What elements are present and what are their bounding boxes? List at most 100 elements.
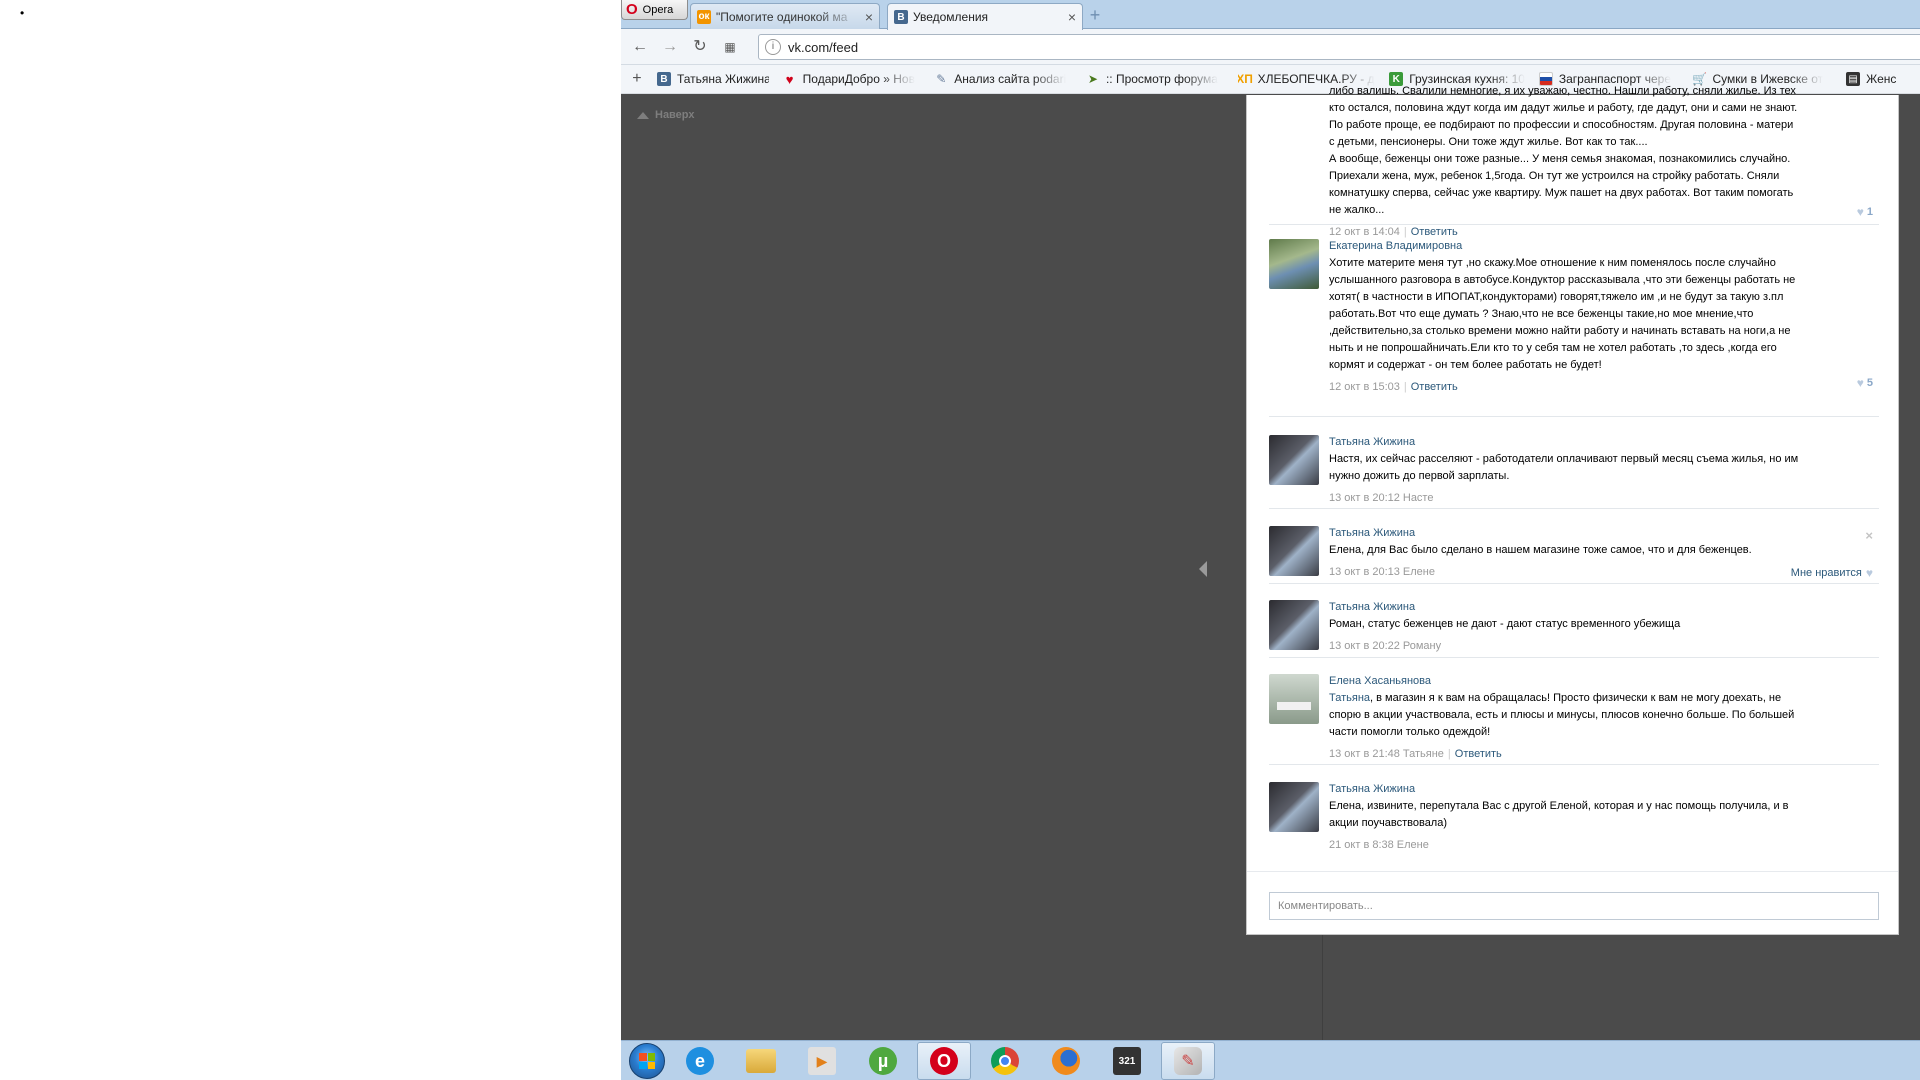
firefox-taskbar-button[interactable] (1039, 1042, 1093, 1080)
bookmark-label: :: Просмотр форума (1105, 72, 1218, 86)
chrome-icon (991, 1047, 1019, 1075)
comment-text: Елена, для Вас было сделано в нашем мага… (1329, 544, 1752, 556)
comment-time[interactable]: 13 окт в 20:22 (1329, 640, 1400, 652)
like-counter[interactable]: ♥ 1 (1857, 205, 1873, 219)
avatar[interactable] (1269, 674, 1319, 724)
odnoklassniki-favicon-icon: ок (697, 9, 711, 24)
tab-pomogite[interactable]: ок "Помогите одинокой ма × (690, 3, 880, 29)
tab-title: "Помогите одинокой ма (716, 9, 848, 24)
up-arrow-icon (637, 111, 649, 119)
comment-time[interactable]: 13 окт в 20:12 (1329, 492, 1400, 504)
comment-time[interactable]: 13 окт в 21:48 (1329, 748, 1400, 760)
mention-link[interactable]: Татьяна (1329, 692, 1370, 704)
comment-meta: 12 окт в 15:03 | Ответить (1329, 381, 1458, 393)
start-button[interactable] (629, 1043, 665, 1079)
comment-author[interactable]: Елена Хасаньянова (1329, 674, 1799, 688)
opera-taskbar-button[interactable]: O (917, 1042, 971, 1080)
comment-text: Настя, их сейчас расселяют - работодател… (1329, 453, 1799, 482)
reply-link[interactable]: Ответить (1411, 226, 1458, 238)
comment-text: Роман, статус беженцев не дают - дают ст… (1329, 618, 1681, 630)
avatar[interactable] (1269, 782, 1319, 832)
heart-icon: ♥ (785, 72, 794, 86)
utorrent-icon: µ (869, 1047, 897, 1075)
comment-author[interactable]: Екатерина Владимировна (1329, 239, 1799, 253)
comment-author[interactable]: Татьяна Жижина (1329, 526, 1799, 540)
opera-menu-label: Opera (642, 3, 674, 16)
comment-meta: 12 окт в 14:04 | Ответить (1329, 226, 1458, 238)
address-text: vk.com/feed (788, 39, 859, 55)
reply-to[interactable]: Татьяне (1403, 748, 1444, 760)
reload-icon[interactable]: ↻ (690, 37, 710, 57)
utorrent-taskbar-button[interactable]: µ (856, 1042, 910, 1080)
paint-taskbar-button[interactable]: ✎ (1161, 1042, 1215, 1080)
folder-icon (746, 1049, 776, 1073)
reply-link[interactable]: Ответить (1411, 381, 1458, 393)
explorer-taskbar-button[interactable] (734, 1042, 788, 1080)
add-bookmark-button[interactable]: + (629, 70, 645, 88)
browser-window: O Opera ок "Помогите одинокой ма × В Уве… (621, 0, 1920, 1080)
comment-time[interactable]: 12 окт в 15:03 (1329, 381, 1400, 393)
comment-item: Екатерина Владимировна Хотите материте м… (1269, 239, 1879, 417)
paint-palette-icon: ✎ (1174, 1047, 1202, 1075)
bookmark-tatiana[interactable]: В Татьяна Жижина (656, 72, 769, 86)
reply-link[interactable]: Ответить (1455, 748, 1502, 760)
xp-favicon-icon: ХП (1237, 72, 1253, 86)
comment-time[interactable]: 21 окт в 8:38 (1329, 839, 1394, 851)
media-player-icon: ▶ (808, 1047, 836, 1075)
comment-time[interactable]: 13 окт в 20:13 (1329, 566, 1400, 578)
avatar[interactable] (1269, 239, 1319, 289)
comment-author[interactable]: Татьяна Жижина (1329, 782, 1799, 796)
internet-explorer-taskbar-button[interactable]: e (673, 1042, 727, 1080)
avatar[interactable] (1269, 435, 1319, 485)
address-bar[interactable]: i vk.com/feed (758, 34, 1920, 60)
back-arrow-icon[interactable]: ← (630, 37, 650, 57)
chrome-taskbar-button[interactable] (978, 1042, 1032, 1080)
comment-text-body: , в магазин я к вам на обращалась! Прост… (1329, 692, 1795, 738)
navigation-toolbar: ← → ↻ ▦ i vk.com/feed (621, 29, 1920, 65)
bookmark-forum[interactable]: ➤ :: Просмотр форума (1086, 72, 1224, 86)
tab-notifications[interactable]: В Уведомления × (887, 3, 1083, 30)
comment-time[interactable]: 12 окт в 14:04 (1329, 226, 1400, 238)
clapperboard-icon: 321 (1113, 1047, 1141, 1075)
vk-favicon-icon: В (656, 72, 671, 86)
collapse-arrow-icon[interactable] (1199, 561, 1207, 577)
reply-to[interactable]: Елене (1403, 566, 1435, 578)
comment-author[interactable]: Татьяна Жижина (1329, 600, 1799, 614)
tab-close-icon[interactable]: × (865, 9, 873, 25)
opera-logo-icon: O (626, 0, 638, 18)
scroll-to-top-link[interactable]: Наверх (637, 109, 695, 121)
like-button[interactable]: Мне нравится ♥ (1791, 566, 1873, 580)
bookmark-analysis[interactable]: ✎ Анализ сайта podari (934, 72, 1072, 86)
windows-logo-icon (639, 1053, 655, 1069)
reply-to[interactable]: Елене (1397, 839, 1429, 851)
like-counter[interactable]: ♥ 5 (1857, 376, 1873, 390)
site-info-icon[interactable]: i (765, 39, 781, 55)
comment-text: Хотите материте меня тут ,но скажу.Мое о… (1329, 257, 1796, 371)
bookmark-podaridobro[interactable]: ♥ ПодариДобро » Нов (783, 72, 921, 86)
opera-menu-button[interactable]: O Opera (621, 0, 688, 20)
comment-meta: 13 окт в 21:48 Татьяне | Ответить (1329, 748, 1502, 760)
comment-author[interactable]: Татьяна Жижина (1329, 435, 1799, 449)
comment-text: либо валишь. Свалили немногие, я их уваж… (1329, 85, 1798, 216)
new-tab-button[interactable]: + (1085, 5, 1105, 25)
internet-explorer-icon: e (686, 1047, 714, 1075)
media-player-taskbar-button[interactable]: ▶ (795, 1042, 849, 1080)
avatar[interactable] (1269, 526, 1319, 576)
comment-meta: 13 окт в 20:13 Елене (1329, 565, 1799, 579)
comment-meta: 13 окт в 20:22 Роману (1329, 639, 1799, 653)
forward-arrow-icon[interactable]: → (660, 37, 680, 57)
delete-comment-icon[interactable]: × (1865, 528, 1873, 543)
tab-close-icon[interactable]: × (1068, 9, 1076, 25)
comment-input[interactable]: Комментировать... (1269, 892, 1879, 920)
comment-item: Татьяна Жижина Настя, их сейчас расселяю… (1269, 435, 1879, 509)
like-count: 5 (1866, 377, 1873, 389)
tab-title: Уведомления (913, 10, 989, 24)
speed-dial-grid-icon[interactable]: ▦ (720, 37, 740, 57)
reply-to[interactable]: Насте (1403, 492, 1434, 504)
reply-to[interactable]: Роману (1403, 640, 1441, 652)
forum-icon: ➤ (1087, 72, 1098, 86)
avatar[interactable] (1269, 600, 1319, 650)
scroll-to-top-label: Наверх (655, 109, 695, 121)
bookmark-label: Татьяна Жижина (676, 72, 769, 86)
media-player-classic-taskbar-button[interactable]: 321 (1100, 1042, 1154, 1080)
